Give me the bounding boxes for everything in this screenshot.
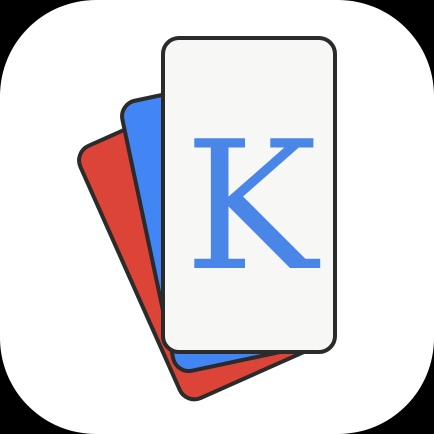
app-icon: K [0,0,434,434]
card-stack-illustration: K [77,36,337,402]
card-letter: K [185,103,321,310]
